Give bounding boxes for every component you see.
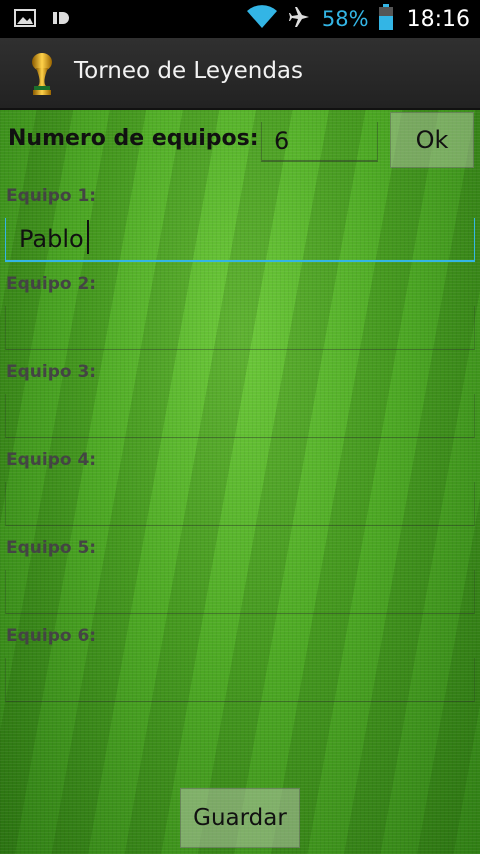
notification-icon [52, 10, 70, 30]
team-6-label: Equipo 6: [6, 626, 97, 646]
team-4-input[interactable] [5, 482, 475, 526]
battery-percent: 58% [321, 7, 369, 31]
team-2-input[interactable] [5, 306, 475, 350]
team-3-input[interactable] [5, 394, 475, 438]
team-1-input[interactable] [5, 218, 475, 262]
num-teams-label: Numero de equipos: [8, 126, 259, 151]
app-title: Torneo de Leyendas [74, 58, 304, 84]
ok-button[interactable]: Ok [390, 112, 474, 168]
team-6-input[interactable] [5, 658, 475, 702]
team-5-input[interactable] [5, 570, 475, 614]
save-button[interactable]: Guardar [180, 788, 300, 848]
trophy-icon[interactable] [24, 52, 60, 96]
status-bar: 58% 18:16 [0, 0, 480, 38]
team-1-label: Equipo 1: [6, 186, 97, 206]
team-4-label: Equipo 4: [6, 450, 97, 470]
action-bar: Torneo de Leyendas [0, 38, 480, 110]
grass-background: Numero de equipos: Ok Equipo 1: Equipo 2… [0, 110, 480, 854]
wifi-icon [246, 5, 278, 33]
team-5-label: Equipo 5: [6, 538, 97, 558]
text-cursor [87, 220, 89, 254]
airplane-icon [288, 5, 312, 33]
num-teams-input[interactable] [261, 122, 378, 162]
clock: 18:16 [406, 6, 470, 32]
team-3-label: Equipo 3: [6, 362, 97, 382]
battery-icon [378, 4, 393, 34]
team-2-label: Equipo 2: [6, 274, 97, 294]
image-icon [14, 9, 36, 31]
